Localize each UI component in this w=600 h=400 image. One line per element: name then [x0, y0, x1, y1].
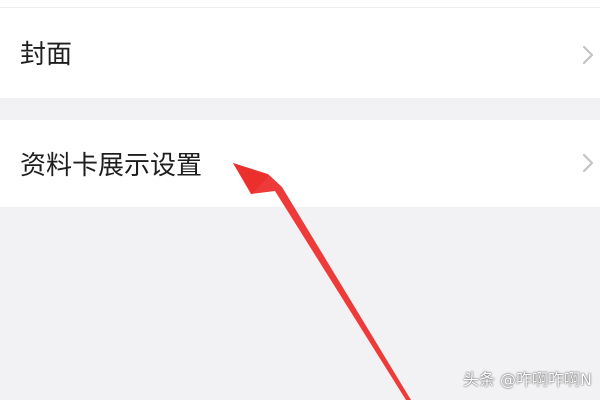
settings-item-label: 封面: [20, 40, 73, 70]
settings-item-label: 资料卡展示设置: [20, 151, 203, 181]
divider: [0, 7, 600, 8]
settings-item-cover[interactable]: 封面: [0, 0, 600, 98]
chevron-right-icon: [582, 153, 594, 173]
chevron-right-icon: [582, 45, 594, 65]
settings-item-profile-card-display[interactable]: 资料卡展示设置: [0, 120, 600, 207]
watermark: 头条 @咋啊咋啊N: [462, 370, 592, 389]
